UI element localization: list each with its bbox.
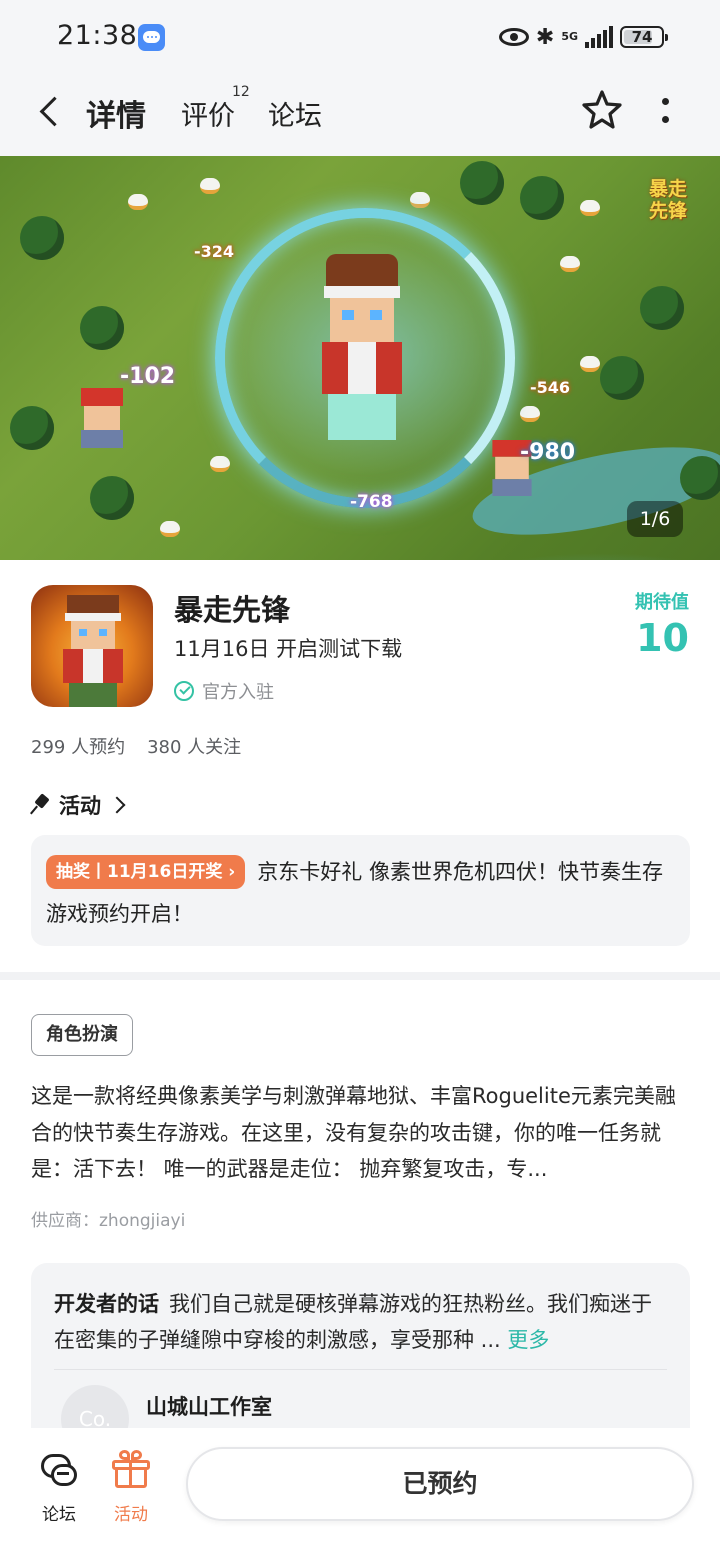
- carousel-counter: 1/6: [627, 501, 683, 537]
- signal-icon: [585, 26, 613, 48]
- chevron-right-icon: [108, 796, 126, 814]
- status-indicators: ✱ 5G 74: [498, 22, 668, 52]
- damage-number: -102: [120, 364, 176, 389]
- bird-enemy: [560, 256, 580, 272]
- developer-note-heading: 开发者的话: [54, 1292, 159, 1316]
- back-icon[interactable]: [36, 96, 64, 124]
- more-link[interactable]: 更多: [507, 1328, 549, 1352]
- release-date: 11月16日 开启测试下载: [174, 637, 403, 661]
- divider: [54, 1369, 667, 1370]
- check-circle-icon: [174, 681, 194, 701]
- tab-forum[interactable]: 论坛: [268, 94, 322, 133]
- tree-decoration: [600, 356, 644, 400]
- bird-enemy: [160, 521, 180, 537]
- eye-icon: [498, 28, 529, 46]
- bottom-forum-label: 论坛: [42, 1505, 76, 1525]
- section-divider: [0, 972, 720, 980]
- lottery-tag-label: 抽奖丨11月16日开奖: [56, 862, 223, 882]
- bottom-action-bar: 论坛 活动 已预约: [0, 1428, 720, 1567]
- genre-tag[interactable]: 角色扮演: [31, 1014, 133, 1056]
- bluetooth-icon: ✱: [535, 24, 555, 50]
- pin-icon: [31, 795, 51, 815]
- tree-decoration: [20, 216, 64, 260]
- official-label: 官方入驻: [202, 682, 274, 703]
- tree-decoration: [640, 286, 684, 330]
- bird-enemy: [580, 356, 600, 372]
- bird-enemy: [580, 200, 600, 216]
- tree-decoration: [520, 176, 564, 220]
- bird-enemy: [520, 406, 540, 422]
- status-time: 21:38: [57, 20, 138, 51]
- expectation-value: 10: [636, 616, 689, 660]
- star-icon[interactable]: [581, 89, 623, 131]
- expectation-label: 期待值: [635, 592, 689, 613]
- game-app-icon: [31, 585, 153, 707]
- reserved-button[interactable]: 已预约: [186, 1447, 694, 1521]
- tab-review[interactable]: 评价 12: [181, 84, 250, 133]
- forum-chat-icon: [39, 1450, 79, 1490]
- lottery-tag: 抽奖丨11月16日开奖 ›: [46, 855, 246, 889]
- supplier-info: 供应商：zhongjiayi: [31, 1211, 186, 1231]
- more-icon[interactable]: [656, 96, 676, 126]
- network-type: 5G: [561, 30, 578, 43]
- battery-level: 74: [631, 28, 653, 46]
- tab-detail[interactable]: 详情: [82, 91, 148, 141]
- top-nav-bar: 详情 评价 12 论坛: [0, 72, 720, 156]
- activity-card[interactable]: 抽奖丨11月16日开奖 › 京东卡好礼 像素世界危机四伏！快节奏生存游戏预约开启！: [31, 835, 690, 946]
- damage-number: -768: [350, 492, 393, 512]
- developer-note: 开发者的话 我们自己就是硬核弹幕游戏的狂热粉丝。我们痴迷于在密集的子弹缝隙中穿梭的…: [54, 1287, 672, 1358]
- game-title: 暴走先锋: [174, 593, 291, 627]
- chat-notification-icon: [138, 24, 165, 51]
- damage-number: -980: [520, 440, 576, 465]
- screenshot-carousel[interactable]: -324 -102 -546 -980 -768 暴走先锋 1/6: [0, 156, 720, 560]
- activity-section-header[interactable]: 活动: [31, 790, 126, 820]
- tree-decoration: [680, 456, 720, 500]
- expectation-score: 期待值 10: [635, 588, 689, 660]
- bottom-activity-label: 活动: [114, 1505, 148, 1525]
- game-stats: 299 人预约 380 人关注: [31, 733, 241, 759]
- bottom-forum-button[interactable]: 论坛: [29, 1450, 89, 1525]
- reservation-count: 299 人预约: [31, 737, 126, 758]
- tree-decoration: [90, 476, 134, 520]
- enemy-character: [78, 388, 126, 448]
- tab-review-label: 评价: [181, 101, 235, 132]
- bottom-activity-button[interactable]: 活动: [101, 1450, 161, 1525]
- official-badge: 官方入驻: [174, 678, 274, 704]
- bird-enemy: [128, 194, 148, 210]
- battery-icon: 74: [620, 26, 668, 48]
- status-bar: 21:38 ✱ 5G 74: [0, 0, 720, 72]
- studio-name[interactable]: 山城山工作室: [146, 1391, 272, 1421]
- game-description[interactable]: 这是一款将经典像素美学与刺激弹幕地狱、丰富Roguelite元素完美融合的快节奏…: [31, 1078, 691, 1188]
- bird-enemy: [200, 178, 220, 194]
- tab-forum-label: 论坛: [268, 101, 322, 132]
- tree-decoration: [80, 306, 124, 350]
- follower-count: 380 人关注: [147, 737, 242, 758]
- game-logo-overlay: 暴走先锋: [648, 178, 687, 222]
- damage-number: -546: [530, 378, 571, 397]
- tree-decoration: [10, 406, 54, 450]
- gift-icon: [111, 1450, 151, 1490]
- developer-note-card[interactable]: 开发者的话 我们自己就是硬核弹幕游戏的狂热粉丝。我们痴迷于在密集的子弹缝隙中穿梭的…: [31, 1263, 690, 1453]
- tab-detail-label: 详情: [86, 99, 146, 134]
- bird-enemy: [410, 192, 430, 208]
- activity-heading: 活动: [59, 794, 101, 818]
- hero-character: [322, 254, 402, 444]
- tree-decoration: [460, 161, 504, 205]
- damage-number: -324: [194, 242, 235, 261]
- review-count-badge: 12: [232, 84, 250, 100]
- bird-enemy: [210, 456, 230, 472]
